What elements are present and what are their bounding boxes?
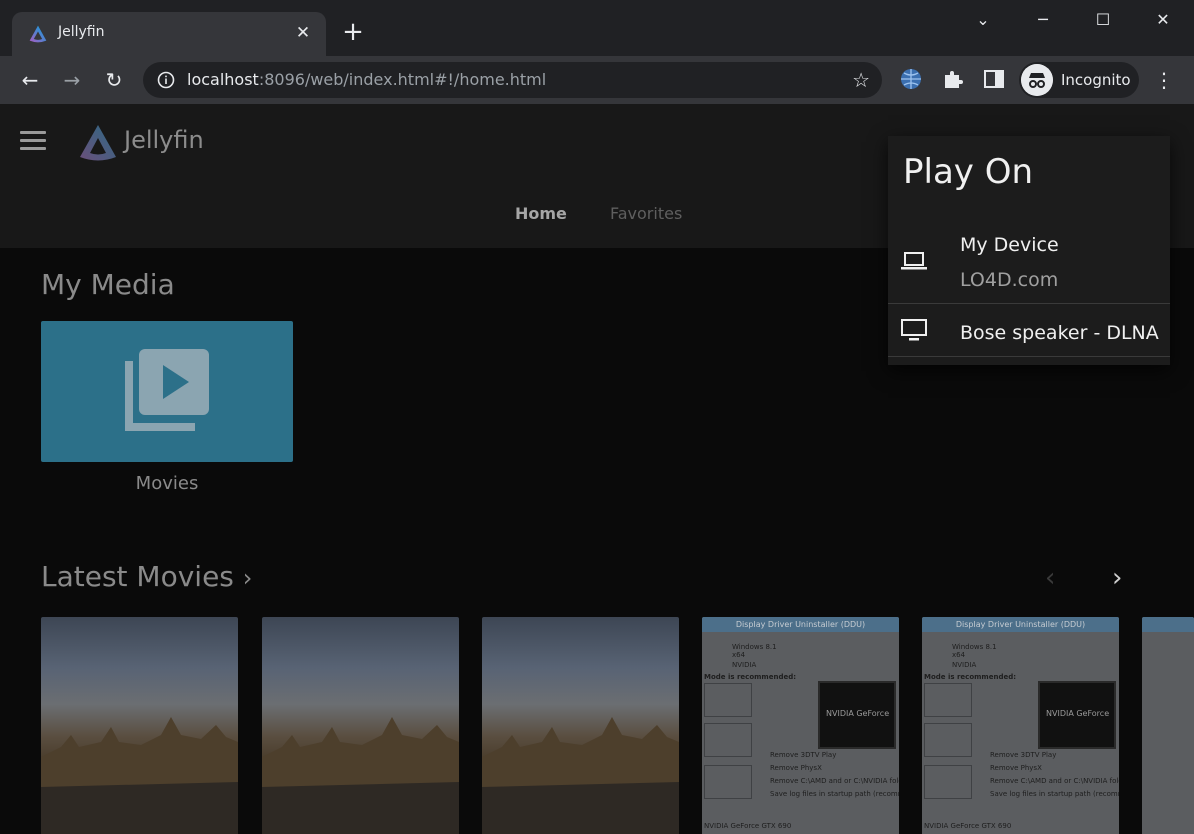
tab-search-icon[interactable]: ⌄ [960, 4, 1006, 36]
ddu-line: NVIDIA GeForce GTX 690 [704, 822, 792, 830]
movie-poster[interactable] [1142, 617, 1194, 834]
reload-icon[interactable]: ↻ [100, 66, 128, 94]
ddu-button [704, 683, 752, 717]
incognito-icon [1021, 64, 1053, 96]
city-skyline-image [482, 717, 679, 834]
ddu-logo-text: NVIDIA GeForce [1046, 709, 1110, 718]
scroll-left-icon[interactable]: ‹ [1045, 563, 1055, 593]
ddu-button [924, 765, 972, 799]
latest-movies-title[interactable]: Latest Movies › [41, 560, 252, 593]
close-tab-icon[interactable]: ✕ [290, 20, 316, 46]
ddu-line: x64 [952, 651, 966, 659]
incognito-label: Incognito [1061, 71, 1131, 89]
ddu-line: Remove C:\AMD and or C:\NVIDIA folders [770, 777, 899, 785]
ddu-window-title [1142, 617, 1194, 632]
laptop-icon [901, 252, 927, 270]
ddu-line: Save log files in startup path (recommen… [990, 790, 1119, 798]
my-media-title: My Media [41, 268, 175, 301]
maximize-window-button[interactable]: ☐ [1080, 4, 1126, 36]
browser-menu-icon[interactable]: ⋮ [1152, 66, 1176, 94]
city-skyline-image [262, 717, 459, 834]
ddu-line: Remove 3DTV Play [990, 751, 1057, 759]
play-on-title: Play On [903, 152, 1034, 192]
ddu-button [704, 765, 752, 799]
ddu-line: Save log files in startup path (recommen… [770, 790, 899, 798]
ddu-window-title: Display Driver Uninstaller (DDU) [702, 617, 899, 632]
ddu-button [704, 723, 752, 757]
tab-home[interactable]: Home [515, 204, 567, 223]
url-text[interactable]: localhost:8096/web/index.html#!/home.htm… [187, 70, 546, 89]
scroll-right-icon[interactable]: › [1112, 563, 1122, 593]
ddu-line: Remove PhysX [770, 764, 822, 772]
ddu-line: NVIDIA GeForce GTX 690 [924, 822, 1012, 830]
ddu-line: x64 [732, 651, 746, 659]
device-subtitle: LO4D.com [960, 269, 1059, 291]
movie-poster[interactable]: Display Driver Uninstaller (DDU) Windows… [922, 617, 1119, 834]
city-skyline-image [41, 717, 238, 834]
movie-poster[interactable] [262, 617, 459, 834]
device-name: Bose speaker - DLNA [960, 322, 1159, 344]
jellyfin-favicon-icon [29, 25, 47, 43]
ddu-line: NVIDIA [732, 661, 757, 669]
jellyfin-logo-icon[interactable] [77, 122, 119, 164]
browser-toolbar: ← → ↻ localhost:8096/web/index.html#!/ho… [0, 56, 1194, 104]
brand-name[interactable]: Jellyfin [124, 126, 204, 154]
library-label-movies[interactable]: Movies [41, 473, 293, 494]
tv-icon [901, 319, 927, 341]
globe-extension-icon[interactable] [899, 67, 923, 91]
nvidia-logo-icon: NVIDIA GeForce [1038, 681, 1116, 749]
extensions-puzzle-icon[interactable] [941, 67, 965, 91]
device-name: My Device [960, 234, 1059, 256]
minimize-window-button[interactable]: ─ [1020, 4, 1066, 36]
video-library-icon [125, 349, 209, 431]
nvidia-logo-icon: NVIDIA GeForce [818, 681, 896, 749]
ddu-window-title: Display Driver Uninstaller (DDU) [922, 617, 1119, 632]
ddu-line: Mode is recommended: [924, 673, 1017, 681]
movie-poster[interactable]: Display Driver Uninstaller (DDU) Windows… [702, 617, 899, 834]
movie-poster[interactable] [41, 617, 238, 834]
ddu-line: Remove PhysX [990, 764, 1042, 772]
tab-title: Jellyfin [58, 24, 105, 40]
forward-arrow-icon[interactable]: → [58, 66, 86, 94]
site-info-icon[interactable] [157, 71, 175, 89]
device-item-my-device[interactable]: My Device LO4D.com [888, 224, 1170, 302]
address-bar[interactable]: localhost:8096/web/index.html#!/home.htm… [143, 62, 882, 98]
bookmark-star-icon[interactable]: ☆ [852, 68, 870, 92]
browser-tab-jellyfin[interactable]: Jellyfin ✕ [12, 12, 326, 56]
incognito-profile-button[interactable]: Incognito [1019, 62, 1139, 98]
ddu-button [924, 723, 972, 757]
chevron-right-icon[interactable]: › [243, 564, 253, 592]
ddu-line: NVIDIA [952, 661, 977, 669]
hamburger-menu-icon[interactable] [20, 131, 48, 153]
divider [888, 356, 1170, 357]
ddu-line: Remove 3DTV Play [770, 751, 837, 759]
back-arrow-icon[interactable]: ← [16, 66, 44, 94]
tab-favorites[interactable]: Favorites [610, 204, 682, 223]
ddu-logo-text: NVIDIA GeForce [826, 709, 890, 718]
ddu-line: Windows 8.1 [732, 643, 777, 651]
movie-poster[interactable] [482, 617, 679, 834]
close-window-button[interactable]: ✕ [1140, 4, 1186, 36]
side-panel-icon[interactable] [982, 67, 1006, 91]
ddu-line: Mode is recommended: [704, 673, 797, 681]
ddu-line: Windows 8.1 [952, 643, 997, 651]
play-on-dialog: Play On My Device LO4D.com Bose speaker … [888, 136, 1170, 365]
browser-tabstrip: Jellyfin ✕ + ⌄ ─ ☐ ✕ [0, 0, 1194, 56]
library-card-movies[interactable] [41, 321, 293, 462]
ddu-button [924, 683, 972, 717]
new-tab-button[interactable]: + [339, 19, 367, 47]
device-item-bose-speaker[interactable]: Bose speaker - DLNA [888, 304, 1170, 356]
ddu-line: Remove C:\AMD and or C:\NVIDIA folders [990, 777, 1119, 785]
